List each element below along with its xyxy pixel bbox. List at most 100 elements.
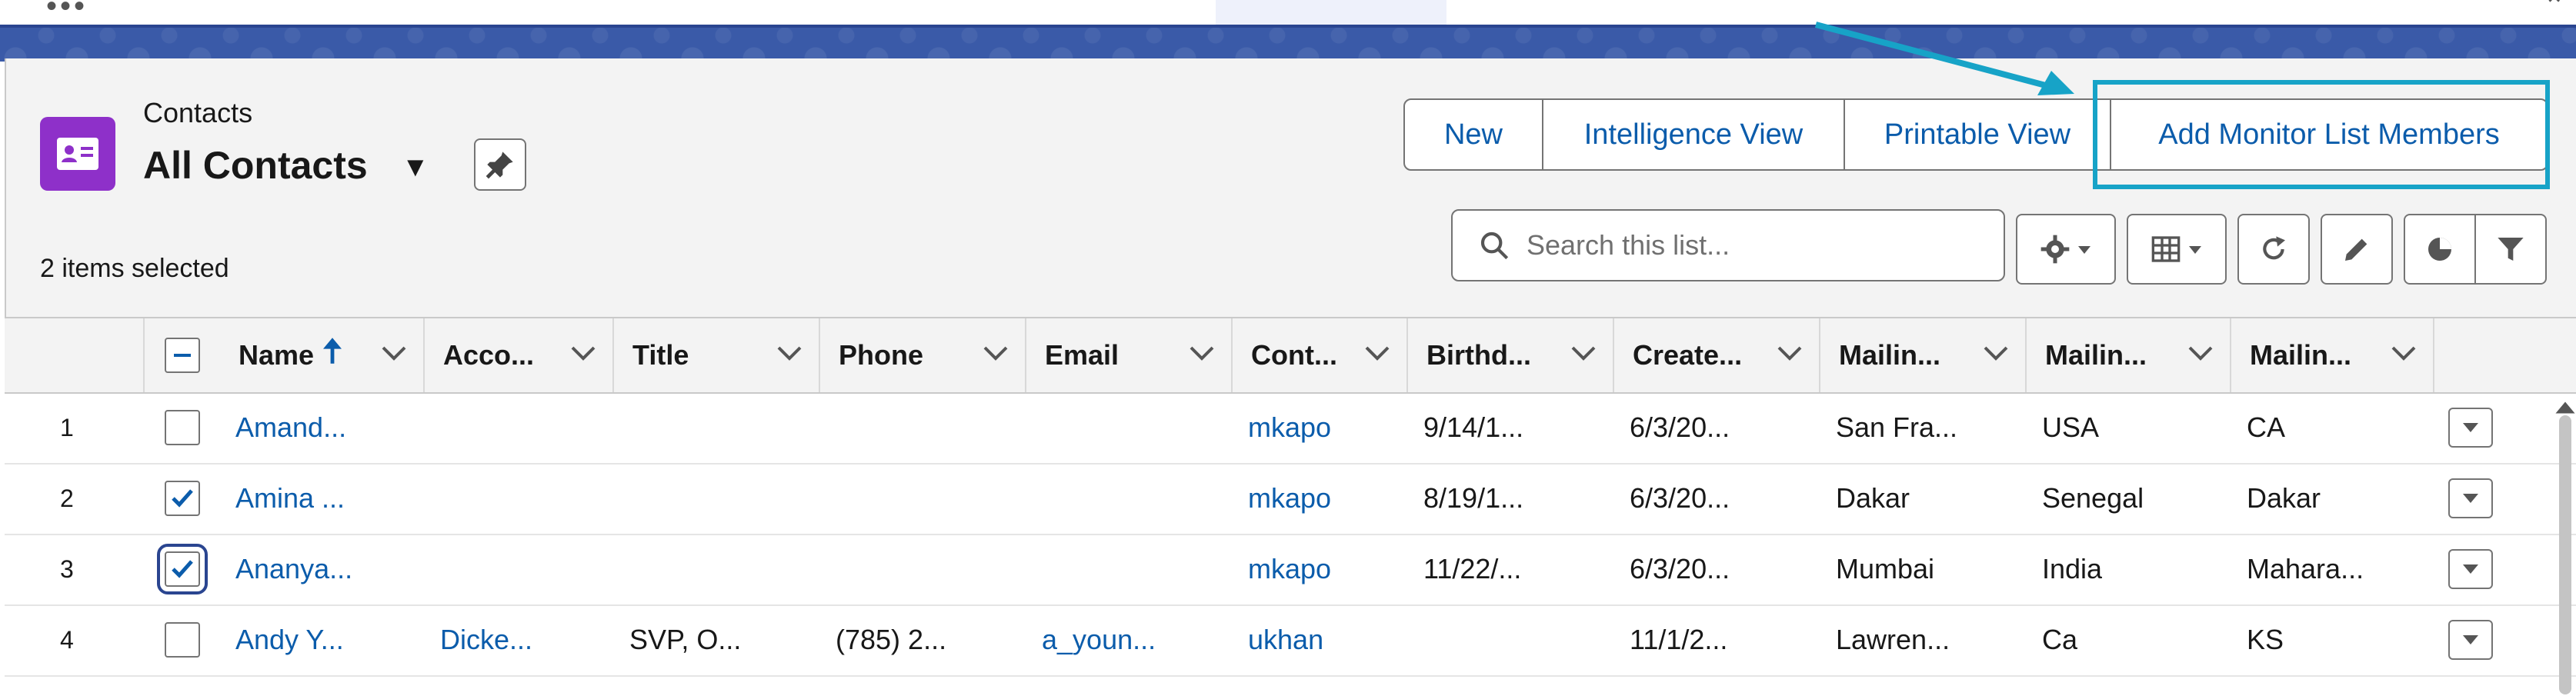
contact-name-link[interactable]: Amina ... xyxy=(235,463,345,534)
table-row[interactable]: 2 Amina ... mkapo 8/19/1... 6/3/20... Da… xyxy=(5,463,2576,535)
pin-list-view-button[interactable] xyxy=(474,138,526,191)
chevron-down-icon[interactable] xyxy=(571,345,596,363)
mailing-state-cell: KS xyxy=(2247,624,2284,655)
selected-items-count: 2 items selected xyxy=(40,254,229,283)
printable-view-button[interactable]: Printable View xyxy=(1845,100,2111,169)
contact-name-link[interactable]: Ananya... xyxy=(235,534,352,604)
new-button[interactable]: New xyxy=(1405,100,1543,169)
gear-icon xyxy=(2040,235,2070,264)
search-input[interactable]: Search this list... xyxy=(1527,229,1730,261)
scroll-up-icon[interactable] xyxy=(2554,400,2576,415)
annotation-arrow-icon xyxy=(1814,22,2074,95)
list-view-title[interactable]: All Contacts xyxy=(143,143,368,188)
mailing-state-cell: Mahara... xyxy=(2247,553,2364,584)
filters-button[interactable] xyxy=(2474,214,2547,285)
mailing-country-cell: Senegal xyxy=(2042,482,2144,514)
chevron-up-icon[interactable]: ⌃ xyxy=(2544,0,2566,22)
chevron-down-icon[interactable] xyxy=(1365,345,1390,363)
more-dots-icon[interactable]: ••• xyxy=(46,0,88,24)
contact-name-link[interactable]: Amand... xyxy=(235,392,346,463)
row-actions-button[interactable] xyxy=(2448,549,2493,589)
row-actions-button[interactable] xyxy=(2448,478,2493,518)
row-checkbox[interactable] xyxy=(165,481,200,516)
table-header-row: Name Acco... Title Phone Email Cont... B… xyxy=(5,318,2576,394)
chevron-down-icon[interactable] xyxy=(1571,345,1596,363)
charts-button[interactable] xyxy=(2404,214,2476,285)
mailing-country-cell: USA xyxy=(2042,411,2100,443)
table-row[interactable]: 3 Ananya... mkapo 11/22/... 6/3/20... Mu… xyxy=(5,534,2576,606)
chevron-down-icon xyxy=(2078,246,2090,254)
chevron-down-icon[interactable] xyxy=(1190,345,1214,363)
chevron-down-icon xyxy=(2463,423,2478,432)
chevron-down-icon[interactable] xyxy=(1777,345,1802,363)
edit-list-button[interactable] xyxy=(2321,214,2393,285)
row-checkbox[interactable] xyxy=(165,622,200,658)
chevron-down-icon[interactable] xyxy=(983,345,1008,363)
display-as-table-button[interactable] xyxy=(2127,214,2227,285)
row-actions-button[interactable] xyxy=(2448,408,2493,448)
row-checkbox[interactable] xyxy=(157,544,208,594)
email-link[interactable]: a_youn... xyxy=(1042,604,1156,675)
annotation-highlight-box xyxy=(2093,80,2550,189)
pie-chart-icon xyxy=(2428,238,2451,261)
column-header-phone[interactable]: Phone xyxy=(820,318,1026,392)
owner-link[interactable]: mkapo xyxy=(1248,534,1331,604)
chevron-down-icon xyxy=(2463,494,2478,503)
created-cell: 11/1/2... xyxy=(1630,624,1728,655)
chevron-down-icon[interactable] xyxy=(2391,345,2416,363)
created-cell: 6/3/20... xyxy=(1630,553,1730,584)
column-header-name[interactable]: Name xyxy=(220,318,425,392)
chevron-down-icon[interactable] xyxy=(1984,345,2008,363)
birthdate-cell: 8/19/1... xyxy=(1423,482,1524,514)
mailing-country-cell: Ca xyxy=(2042,624,2078,655)
checkbox-check-icon xyxy=(172,560,193,578)
intelligence-view-button[interactable]: Intelligence View xyxy=(1543,100,1845,169)
mailing-city-cell: San Fra... xyxy=(1836,411,1958,443)
table-scrollbar[interactable] xyxy=(2559,415,2571,694)
column-header-mailing-state[interactable]: Mailin... xyxy=(2231,318,2434,392)
column-header-mailing-city[interactable]: Mailin... xyxy=(1820,318,2027,392)
row-checkbox[interactable] xyxy=(165,410,200,445)
table-row[interactable]: 1 Amand... mkapo 9/14/1... 6/3/20... San… xyxy=(5,392,2576,465)
created-cell: 6/3/20... xyxy=(1630,411,1730,443)
chevron-down-icon xyxy=(2189,246,2201,254)
column-header-title[interactable]: Title xyxy=(614,318,820,392)
owner-link[interactable]: ukhan xyxy=(1248,604,1323,675)
list-view-switcher-chevron-down-icon[interactable]: ▼ xyxy=(402,151,429,183)
chevron-down-icon[interactable] xyxy=(2188,345,2213,363)
search-list-field[interactable]: Search this list... xyxy=(1451,209,2005,281)
checkbox-check-icon xyxy=(172,489,193,508)
refresh-icon xyxy=(2263,236,2285,260)
column-header-birthdate[interactable]: Birthd... xyxy=(1408,318,1614,392)
mailing-country-cell: India xyxy=(2042,553,2103,584)
row-number-header xyxy=(5,318,145,392)
phone-cell: (785) 2... xyxy=(836,624,947,655)
mailing-city-cell: Mumbai xyxy=(1836,553,1935,584)
column-header-mailing-country[interactable]: Mailin... xyxy=(2027,318,2231,392)
account-link[interactable]: Dicke... xyxy=(440,604,532,675)
select-all-checkbox[interactable] xyxy=(165,338,200,373)
column-header-created[interactable]: Create... xyxy=(1614,318,1820,392)
row-number: 4 xyxy=(60,625,74,654)
column-header-contact-owner[interactable]: Cont... xyxy=(1233,318,1408,392)
chevron-down-icon[interactable] xyxy=(382,345,406,363)
chevron-down-icon xyxy=(2463,564,2478,574)
owner-link[interactable]: mkapo xyxy=(1248,392,1331,463)
column-header-account[interactable]: Acco... xyxy=(425,318,614,392)
filter-icon xyxy=(2498,238,2524,261)
row-number: 3 xyxy=(60,554,74,583)
owner-link[interactable]: mkapo xyxy=(1248,463,1331,534)
chevron-down-icon xyxy=(2463,635,2478,644)
refresh-button[interactable] xyxy=(2237,214,2310,285)
column-header-email[interactable]: Email xyxy=(1026,318,1233,392)
list-settings-button[interactable] xyxy=(2016,214,2116,285)
row-actions-button[interactable] xyxy=(2448,620,2493,660)
pencil-icon xyxy=(2345,238,2367,261)
table-row[interactable]: 4 Andy Y... Dicke... SVP, O... (785) 2..… xyxy=(5,604,2576,677)
title-cell: SVP, O... xyxy=(629,624,742,655)
row-number: 1 xyxy=(60,413,74,441)
contacts-table: Name Acco... Title Phone Email Cont... B… xyxy=(5,317,2576,696)
row-number: 2 xyxy=(60,484,74,512)
contact-name-link[interactable]: Andy Y... xyxy=(235,604,344,675)
chevron-down-icon[interactable] xyxy=(777,345,802,363)
